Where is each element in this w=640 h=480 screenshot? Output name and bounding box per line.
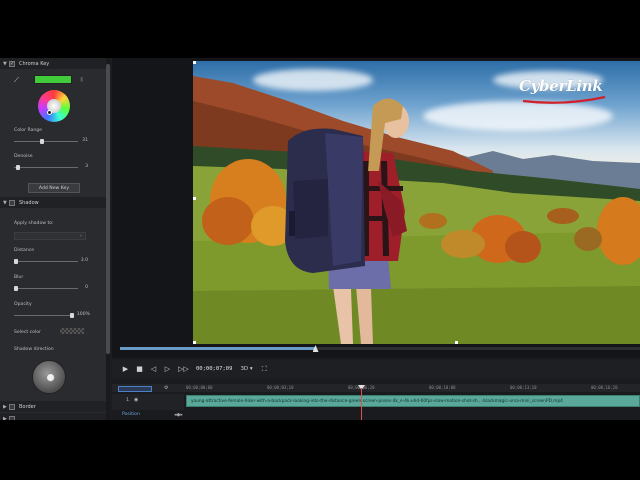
preview-video-frame[interactable]: CyberLink — [193, 61, 640, 344]
opacity-slider-thumb[interactable] — [70, 313, 74, 318]
play-icon[interactable]: ▶ — [122, 365, 129, 373]
next-frame-icon[interactable]: ▷ — [164, 365, 171, 373]
chevron-down-icon: ▾ — [249, 366, 253, 372]
effects-settings-panel: ▼ ✓ Chroma Key ⟋ ▮ Color Range 31 Denois… — [0, 58, 108, 420]
opacity-value: 100% — [76, 312, 90, 317]
denoise-slider-thumb[interactable] — [15, 165, 20, 170]
cyberlink-logo: CyberLink — [519, 77, 609, 105]
previous-frame-icon[interactable]: ◁ — [150, 365, 157, 373]
denoise-slider[interactable] — [14, 167, 78, 168]
timeline-settings-icon[interactable]: ⚙ — [164, 385, 168, 391]
playback-progress-fill — [120, 347, 316, 350]
timeline-panel: ⚙ 00;00;00;00 00;00;03;10 00;00;06;20 00… — [112, 380, 640, 420]
chroma-key-enable-checkbox[interactable]: ✓ — [9, 60, 15, 67]
effects-panel-scrollbar[interactable] — [106, 58, 110, 420]
shadow-color-picker[interactable] — [60, 328, 84, 334]
3d-mode-dropdown[interactable]: 3D ▾ — [240, 366, 252, 372]
shadow-enable-checkbox[interactable] — [9, 199, 15, 206]
video-editor-app: ▼ ✓ Chroma Key ⟋ ▮ Color Range 31 Denois… — [0, 58, 640, 420]
selection-handle[interactable] — [193, 341, 196, 344]
color-wheel-marker[interactable] — [47, 110, 52, 115]
denoise-label: Denoise — [14, 154, 33, 159]
color-range-label: Color Range — [14, 128, 43, 133]
border-title: Border — [19, 403, 36, 410]
key-color-swatch[interactable] — [34, 75, 72, 84]
opacity-label: Opacity — [14, 302, 32, 307]
next-section-header[interactable]: ▶ — [0, 413, 106, 420]
blur-slider-thumb[interactable] — [14, 286, 18, 291]
blur-value: 0 — [85, 285, 88, 290]
eye-icon[interactable]: ◉ — [134, 397, 138, 403]
logo-swoosh — [522, 95, 606, 104]
timeline-clip[interactable]: young-attractive-female-hiker-with-a-bac… — [186, 395, 640, 407]
shadow-title: Shadow — [19, 199, 39, 206]
fullscreen-icon[interactable]: ⛶ — [261, 365, 268, 374]
effects-panel-scrollbar-thumb[interactable] — [106, 64, 110, 354]
ruler-tick-label: 00;00;16;20 — [591, 385, 618, 390]
video-track-row: 1. ◉ young-attractive-female-hiker-with-… — [112, 394, 640, 410]
transport-controls: ▶ ■ ◁ ▷ ▷▷ 00;00;07;09 3D ▾ ⛶ — [112, 360, 640, 378]
timeline-view-toggle[interactable] — [118, 386, 152, 392]
blur-slider[interactable] — [14, 288, 78, 289]
keyframe-diamond-icon[interactable]: ◂◆▸ — [174, 412, 183, 418]
distance-slider[interactable] — [14, 261, 78, 262]
border-enable-checkbox[interactable] — [9, 403, 15, 410]
apply-shadow-to-dropdown[interactable]: ▾ — [14, 232, 86, 240]
eyedropper-icon[interactable]: ⟋ — [14, 76, 22, 84]
distance-slider-thumb[interactable] — [14, 259, 18, 264]
add-new-key-button[interactable]: Add New Key — [28, 183, 80, 193]
preview-window: CyberLink — [112, 58, 640, 358]
ruler-tick-label: 00;00;00;00 — [186, 385, 213, 390]
timeline-ruler[interactable]: 00;00;00;00 00;00;03;10 00;00;06;20 00;0… — [186, 384, 640, 392]
ruler-tick-label: 00;00;10;00 — [429, 385, 456, 390]
denoise-value: 3 — [85, 164, 88, 169]
ruler-tick-label: 00;00;13;10 — [510, 385, 537, 390]
cyberlink-logo-text: CyberLink — [519, 77, 603, 95]
select-color-label: Select color — [14, 330, 41, 335]
shadow-direction-label: Shadow direction — [14, 347, 54, 352]
opacity-slider[interactable] — [14, 315, 74, 316]
distance-value: 3.0 — [80, 258, 88, 263]
border-section-header[interactable]: ▶ Border — [0, 401, 106, 412]
selection-handle[interactable] — [455, 341, 458, 344]
color-range-value: 31 — [82, 138, 88, 143]
distance-label: Distance — [14, 248, 35, 253]
3d-mode-label: 3D — [240, 366, 249, 372]
shadow-section-header[interactable]: ▼ Shadow — [0, 197, 106, 208]
track-number: 1. — [126, 398, 131, 403]
letterbox-bottom — [0, 420, 640, 480]
trash-icon[interactable]: ▮ — [80, 76, 86, 83]
ruler-tick-label: 00;00;03;10 — [267, 385, 294, 390]
position-keyframe-row: Position ◂◆▸ — [112, 411, 640, 420]
selection-handle[interactable] — [193, 61, 196, 64]
shadow-direction-knob[interactable] — [46, 373, 55, 382]
track-controls: 1. ◉ — [112, 394, 184, 410]
playback-progress-bar[interactable] — [120, 345, 640, 352]
selection-handle[interactable] — [193, 197, 196, 200]
playhead-line[interactable] — [361, 388, 362, 420]
chevron-down-icon: ▾ — [79, 233, 82, 239]
blur-label: Blur — [14, 275, 24, 280]
chroma-key-section-header[interactable]: ▼ ✓ Chroma Key — [0, 58, 106, 69]
letterbox-top — [0, 0, 640, 58]
color-range-slider-thumb[interactable] — [39, 139, 44, 144]
clip-filename: young-attractive-female-hiker-with-a-bac… — [191, 399, 563, 404]
timecode-display[interactable]: 00;00;07;09 — [196, 366, 232, 372]
chroma-key-title: Chroma Key — [19, 60, 50, 67]
position-label: Position — [122, 412, 140, 417]
color-range-slider[interactable] — [14, 141, 78, 142]
apply-shadow-to-label: Apply shadow to: — [14, 221, 54, 226]
stop-icon[interactable]: ■ — [136, 365, 143, 373]
color-wheel[interactable] — [38, 90, 70, 122]
shadow-direction-dial[interactable] — [32, 360, 66, 394]
fast-forward-icon[interactable]: ▷▷ — [178, 365, 189, 373]
